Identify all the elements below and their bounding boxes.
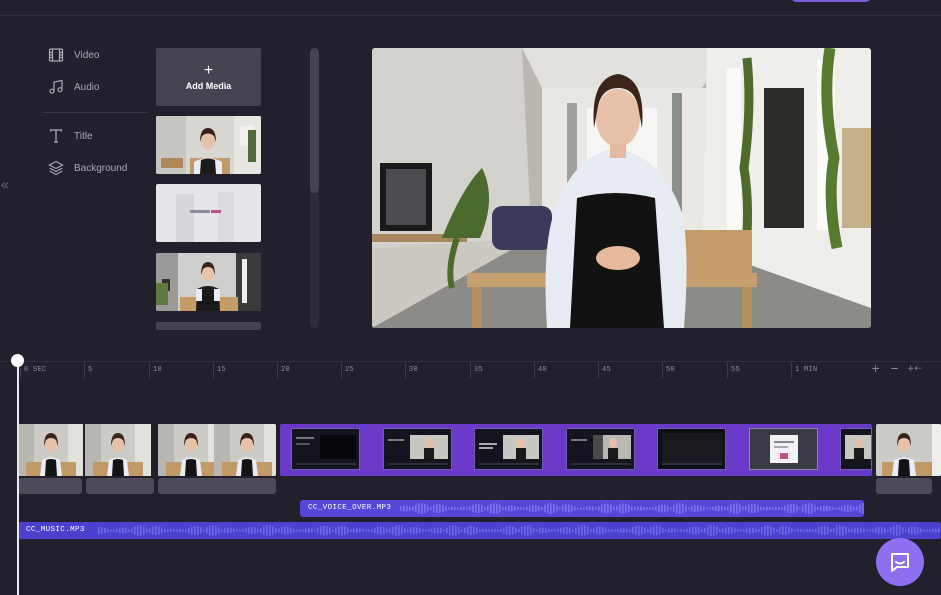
voice-over-label: CC_VOICE_OVER.MP3 bbox=[308, 504, 392, 512]
ruler-tick: 5 bbox=[84, 362, 93, 378]
video-clip-woman-speaking[interactable] bbox=[18, 424, 276, 476]
ruler-tick: 0 SEC bbox=[20, 362, 47, 378]
screen-thumbnail[interactable] bbox=[291, 428, 360, 470]
layers-icon bbox=[48, 160, 64, 176]
sidebar-item-label: Title bbox=[74, 130, 93, 142]
collapse-arrow-icon[interactable]: « bbox=[0, 176, 10, 194]
zoom-fit-button[interactable]: +⇠ bbox=[907, 361, 922, 377]
sidebar-divider bbox=[43, 112, 147, 113]
zoom-in-button[interactable]: + bbox=[871, 361, 880, 377]
video-clip-woman-ending[interactable] bbox=[876, 424, 941, 476]
sidebar-item-label: Video bbox=[74, 49, 100, 61]
sidebar-item-background[interactable]: Background bbox=[48, 157, 127, 179]
music-note-icon bbox=[49, 79, 63, 94]
ruler-tick: 45 bbox=[598, 362, 611, 378]
sidebar-item-audio[interactable]: Audio bbox=[48, 76, 100, 98]
clip-audio-waveform[interactable] bbox=[86, 478, 154, 494]
intro-title-thumbnail[interactable] bbox=[156, 184, 261, 242]
music-audio-track[interactable]: CC_MUSIC.MP3 bbox=[18, 522, 941, 539]
playhead-line[interactable] bbox=[17, 360, 19, 595]
sidebar-item-title[interactable]: Title bbox=[48, 125, 93, 147]
screen-thumbnail[interactable] bbox=[566, 428, 635, 470]
export-button[interactable] bbox=[790, 0, 872, 2]
media-scrollbar[interactable] bbox=[310, 48, 319, 328]
sidebar-item-label: Background bbox=[74, 162, 128, 174]
sidebar-item-label: Audio bbox=[74, 81, 100, 93]
chat-bubble-icon bbox=[891, 553, 909, 572]
top-bar bbox=[0, 0, 941, 16]
video-preview[interactable] bbox=[372, 48, 871, 328]
zoom-out-button[interactable]: − bbox=[890, 361, 899, 377]
ruler-tick: 35 bbox=[470, 362, 483, 378]
sidebar-item-video[interactable]: Video bbox=[48, 44, 99, 66]
ruler-tick: 50 bbox=[662, 362, 675, 378]
ruler-tick: 40 bbox=[534, 362, 547, 378]
add-media-button[interactable]: + Add Media bbox=[156, 48, 261, 106]
plus-icon: + bbox=[203, 61, 214, 79]
voice-over-audio-track[interactable]: CC_VOICE_OVER.MP3 bbox=[300, 500, 864, 517]
screen-thumbnail[interactable] bbox=[657, 428, 726, 470]
add-media-label: Add Media bbox=[185, 80, 232, 91]
ruler-tick: 55 bbox=[727, 362, 740, 378]
woman-studio-thumbnail[interactable] bbox=[156, 253, 261, 311]
screen-thumbnail[interactable] bbox=[474, 428, 543, 470]
playhead-handle[interactable] bbox=[11, 354, 24, 367]
ruler-tick: 15 bbox=[213, 362, 226, 378]
clip-audio-waveform[interactable] bbox=[158, 478, 276, 494]
next-media-thumbnail[interactable] bbox=[156, 322, 261, 330]
ruler-tick: 25 bbox=[341, 362, 354, 378]
music-label: CC_MUSIC.MP3 bbox=[26, 526, 85, 534]
screen-thumbnail[interactable] bbox=[383, 428, 452, 470]
screen-thumbnail[interactable] bbox=[840, 428, 872, 470]
media-scrollbar-thumb[interactable] bbox=[310, 48, 319, 193]
ruler-tick: 30 bbox=[405, 362, 418, 378]
ruler-tick: 10 bbox=[149, 362, 162, 378]
clip-audio-waveform[interactable] bbox=[18, 478, 82, 494]
chat-launcher-button[interactable] bbox=[876, 538, 924, 586]
timeline-ruler[interactable]: 0 SEC 5 10 15 20 25 30 35 40 45 50 55 1 … bbox=[0, 361, 941, 379]
ruler-tick: 20 bbox=[277, 362, 290, 378]
woman-speaking-thumbnail[interactable] bbox=[156, 116, 261, 174]
text-t-icon bbox=[49, 129, 63, 143]
ruler-tick: 1 MIN bbox=[791, 362, 818, 378]
screen-thumbnail[interactable] bbox=[749, 428, 818, 470]
clip-audio-waveform[interactable] bbox=[876, 478, 932, 494]
film-icon bbox=[48, 48, 64, 62]
